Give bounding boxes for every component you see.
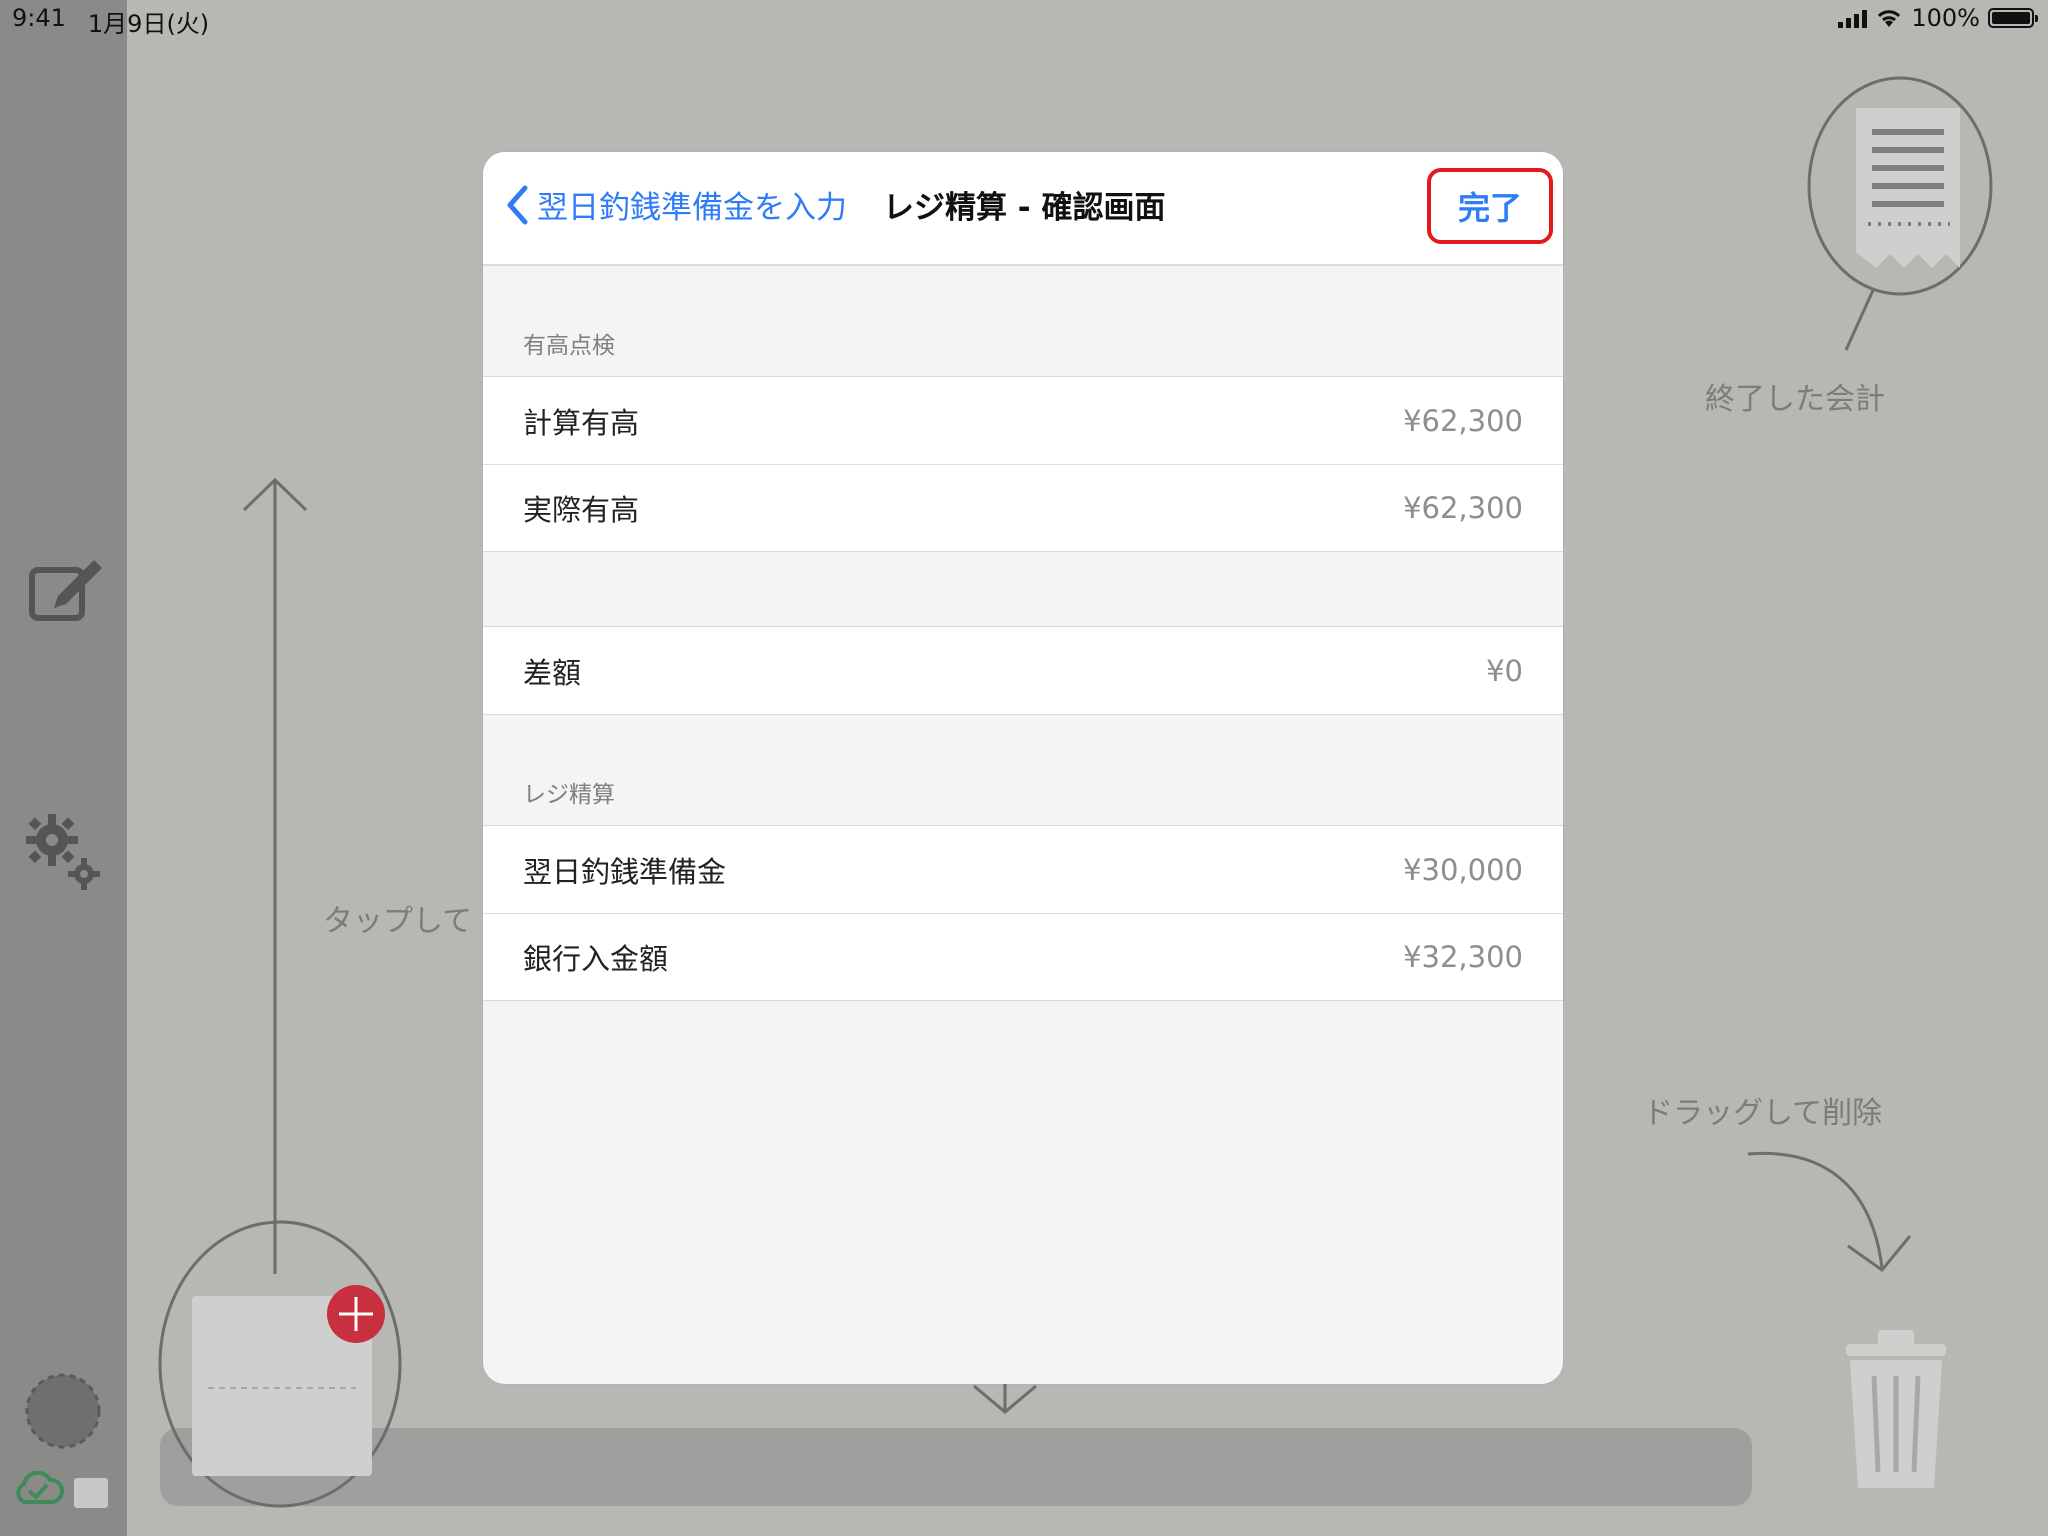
table-row: 計算有高 ¥62,300	[483, 377, 1563, 464]
profile-placeholder-icon[interactable]	[24, 1372, 102, 1454]
cellular-signal-icon	[1838, 8, 1868, 28]
done-highlight-frame: 完了	[1427, 168, 1553, 244]
drag-delete-label: ドラッグして削除	[1643, 1096, 1883, 1131]
row-label: 実際有高	[523, 492, 640, 527]
row-value: ¥62,300	[1403, 403, 1523, 438]
settings-icon[interactable]	[26, 812, 102, 896]
section-header-cash-check: 有高点検	[483, 266, 1563, 376]
back-button-label: 翌日釣銭準備金を入力	[537, 190, 847, 226]
status-bar-left: 9:41 1月9日(火)	[12, 4, 209, 39]
cloud-sync-icon[interactable]	[12, 1470, 65, 1510]
table-row: 差額 ¥0	[483, 627, 1563, 714]
battery-icon	[1988, 8, 2038, 28]
finished-receipt-icon[interactable]	[1800, 72, 2000, 356]
wifi-icon	[1878, 10, 1901, 27]
section-header-label: 有高点検	[523, 333, 615, 359]
row-label: 翌日釣銭準備金	[523, 854, 727, 889]
add-plus-icon[interactable]	[325, 1283, 387, 1345]
row-label: 銀行入金額	[523, 941, 669, 976]
section-header-label: レジ精算	[523, 782, 615, 808]
trash-icon[interactable]	[1836, 1324, 1956, 1494]
section-group-cash-check: 計算有高 ¥62,300 実際有高 ¥62,300	[483, 376, 1563, 552]
tap-hint-label: タップして	[323, 904, 473, 939]
left-sidebar	[0, 0, 127, 1536]
row-value: ¥32,300	[1403, 939, 1523, 974]
section-header-register-settlement: レジ精算	[483, 715, 1563, 825]
drag-arrow-icon	[1747, 1151, 1912, 1273]
screen: 9:41 1月9日(火) 100% 終了した会計 ドラッグして削除 タップして …	[0, 0, 2048, 1536]
row-label: 計算有高	[523, 405, 640, 440]
section-group-register-settlement: 翌日釣銭準備金 ¥30,000 銀行入金額 ¥32,300	[483, 825, 1563, 1001]
new-transaction-card[interactable]	[156, 1218, 406, 1508]
section-group-difference: 差額 ¥0	[483, 626, 1563, 715]
table-row: 銀行入金額 ¥32,300	[483, 913, 1563, 1000]
done-button[interactable]: 完了	[1458, 183, 1522, 229]
battery-percent: 100%	[1911, 4, 1980, 32]
row-label: 差額	[523, 655, 582, 690]
modal-content: 有高点検 計算有高 ¥62,300 実際有高 ¥62,300 差額 ¥0 レジ精…	[483, 266, 1563, 1001]
down-chevron-icon	[973, 1380, 1037, 1414]
modal-navigation-bar: 翌日釣銭準備金を入力 レジ精算 - 確認画面 完了	[483, 152, 1563, 266]
row-value: ¥30,000	[1403, 852, 1523, 887]
modal-title: レジ精算 - 確認画面	[883, 190, 1166, 226]
table-row: 実際有高 ¥62,300	[483, 464, 1563, 551]
row-value: ¥0	[1486, 653, 1523, 688]
compose-icon[interactable]	[28, 556, 104, 626]
status-bar-right: 100%	[1838, 4, 2038, 32]
chevron-left-icon	[507, 185, 528, 224]
row-value: ¥62,300	[1403, 490, 1523, 525]
back-button[interactable]: 翌日釣銭準備金を入力	[505, 182, 847, 227]
storage-square-icon	[74, 1478, 108, 1512]
register-settlement-confirm-modal: 翌日釣銭準備金を入力 レジ精算 - 確認画面 完了 有高点検 計算有高 ¥62,…	[483, 152, 1563, 1384]
swipe-up-arrow-icon	[242, 477, 308, 1274]
status-date: 1月9日(火)	[87, 10, 210, 38]
status-time: 9:41	[12, 4, 66, 32]
finished-transactions-label: 終了した会計	[1705, 382, 1885, 417]
table-row: 翌日釣銭準備金 ¥30,000	[483, 826, 1563, 913]
